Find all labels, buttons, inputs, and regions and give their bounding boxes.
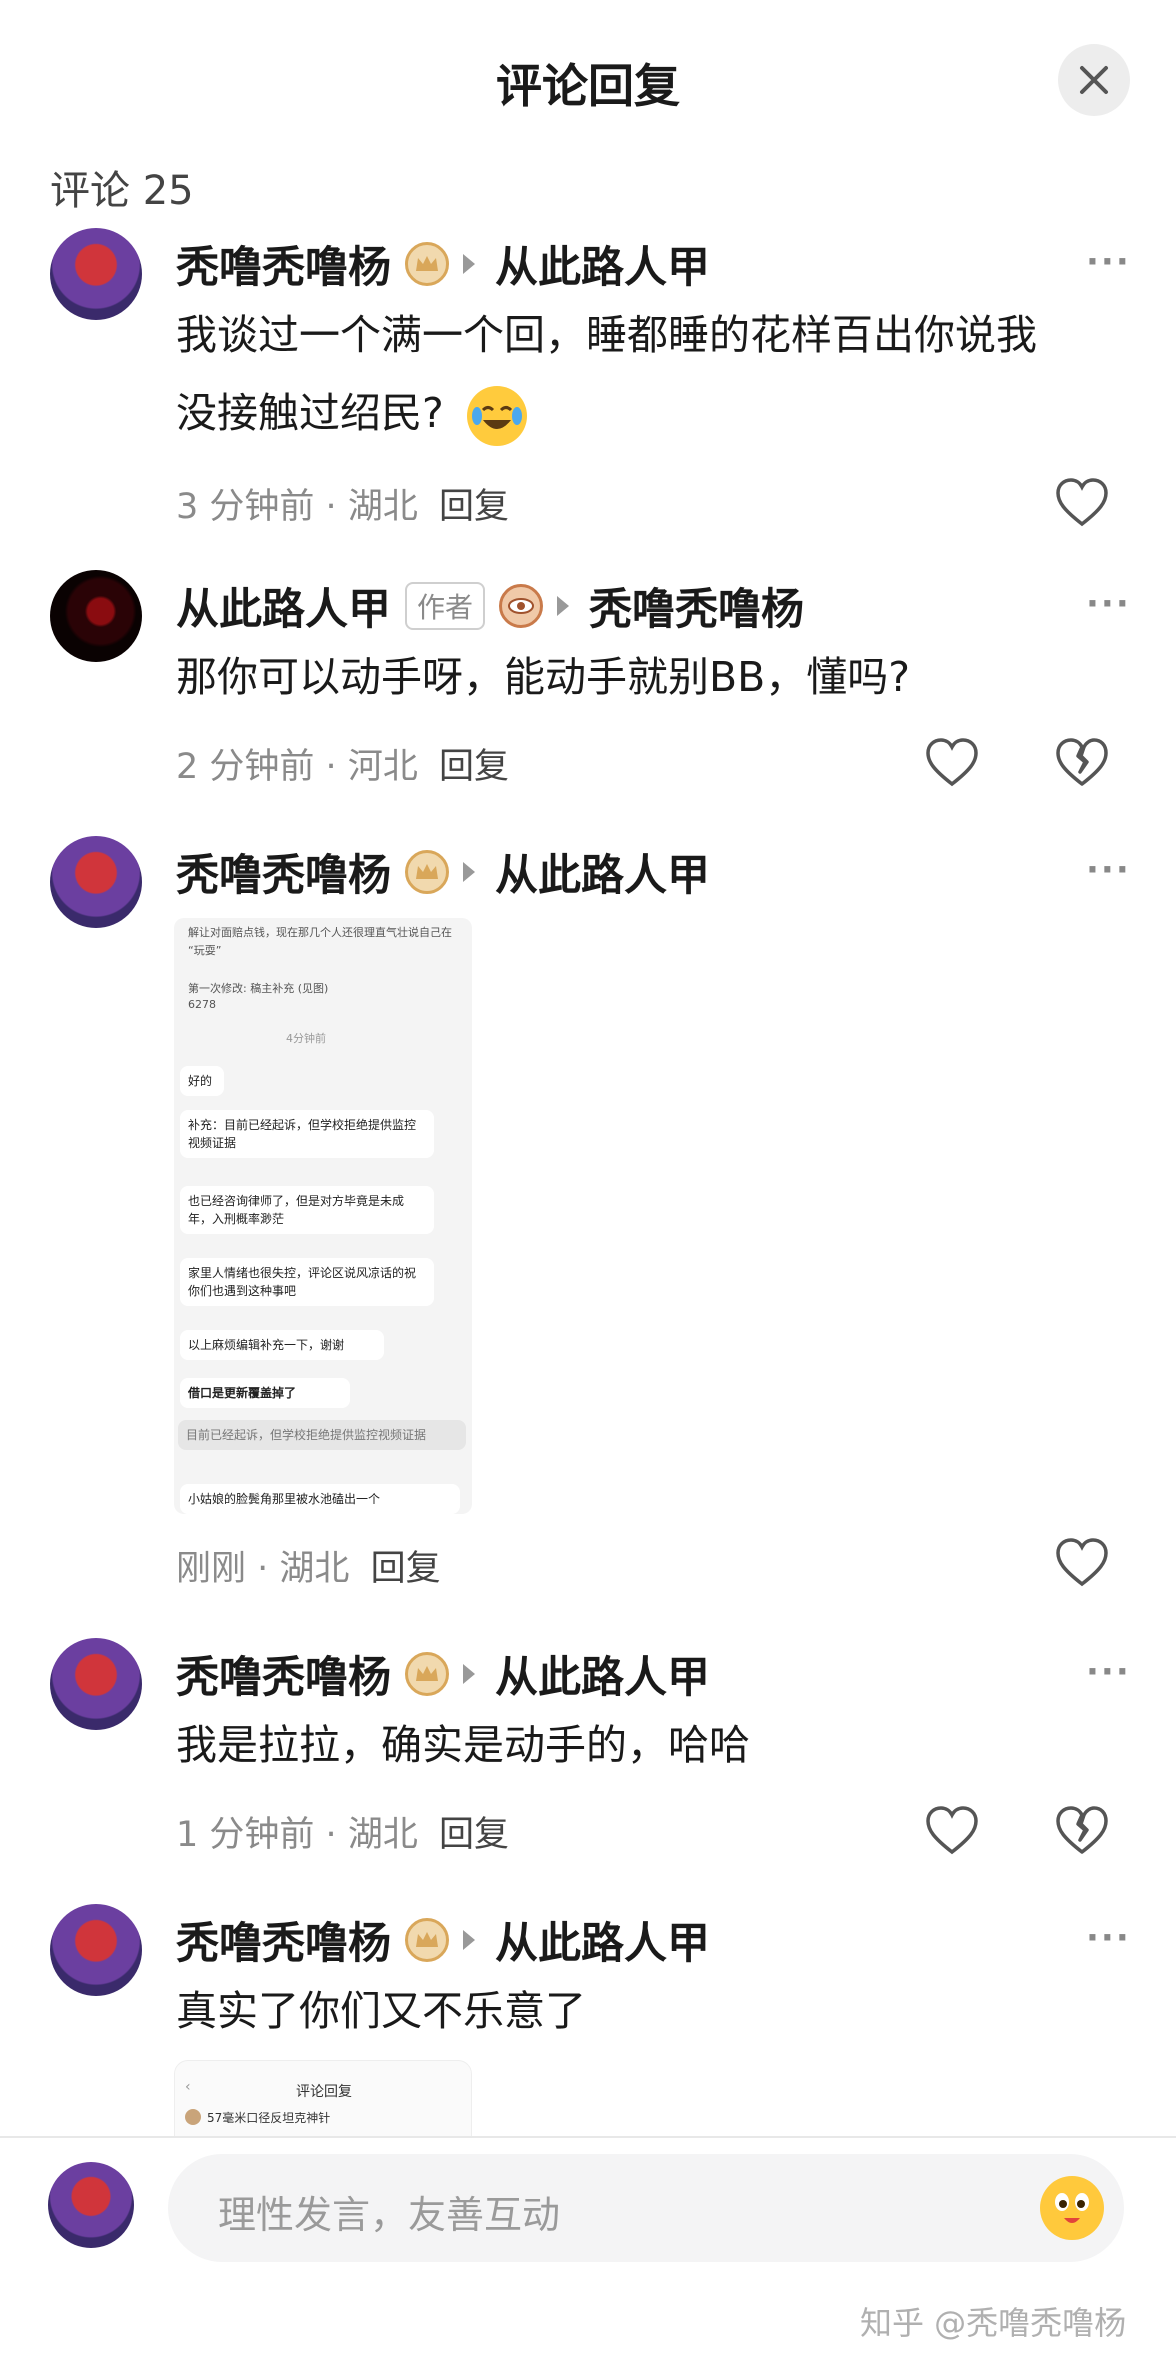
broken-heart-icon[interactable] [1054, 1804, 1110, 1860]
crown-badge-icon [405, 1918, 449, 1962]
reply-arrow-icon [463, 254, 475, 274]
sheet-header: 评论回复 [0, 0, 1176, 150]
more-options-button[interactable]: ··· [1086, 584, 1131, 624]
like-heart-icon[interactable] [1054, 476, 1110, 532]
reply-to-name[interactable]: 从此路人甲 [495, 1909, 710, 1971]
comment-text: 我谈过一个满一个回，睡都睡的花样百出你说我 没接触过绍民? [176, 296, 1126, 452]
image-chat-bubble: 小姑娘的脸鬓角那里被水池磕出一个 [180, 1484, 460, 1514]
comment-time: 1 分钟前 [176, 1815, 315, 1855]
comment-footer: 1 分钟前 · 湖北 回复 [176, 1815, 509, 1855]
comment-text: 那你可以动手呀，能动手就别BB，懂吗? [176, 653, 911, 701]
crown-badge-icon [405, 1652, 449, 1696]
comment-item: 秃噜秃噜杨 从此路人甲 ··· 我谈过一个满一个回，睡都睡的花样百出你说我 没接… [0, 228, 1176, 538]
more-options-button[interactable]: ··· [1086, 1652, 1131, 1692]
page-title: 评论回复 [496, 59, 680, 113]
author-tag: 作者 [405, 582, 486, 630]
author-name[interactable]: 秃噜秃噜杨 [176, 233, 391, 295]
comment-input-placeholder: 理性发言，友善互动 [218, 2193, 561, 2237]
author-name[interactable]: 秃噜秃噜杨 [176, 1643, 391, 1705]
image-chat-bubble: 以上麻烦编辑补充一下，谢谢 [180, 1330, 384, 1360]
reply-button[interactable]: 回复 [439, 1815, 509, 1855]
comment-footer: 刚刚 · 湖北 回复 [176, 1549, 441, 1589]
reply-to-name[interactable]: 秃噜秃噜杨 [589, 575, 804, 637]
image-text-line: 解让对面赔点钱，现在那几个人还很理直气壮说自己在 [188, 926, 452, 939]
comment-text: 真实了你们又不乐意了 [176, 1987, 586, 2035]
image-time-divider: 4分钟前 [286, 1032, 326, 1045]
comment-location: 河北 [347, 747, 418, 787]
more-options-button[interactable]: ··· [1086, 1918, 1131, 1958]
crown-badge-icon [405, 242, 449, 286]
comment-footer: 2 分钟前 · 河北 回复 [176, 747, 509, 787]
reply-arrow-icon [463, 1664, 475, 1684]
reply-to-name[interactable]: 从此路人甲 [495, 233, 710, 295]
comment-text-line1: 我谈过一个满一个回，睡都睡的花样百出你说我 [176, 311, 1037, 359]
comment-meta: 秃噜秃噜杨 从此路人甲 [176, 1644, 710, 1704]
image-chat-bubble: 好的 [180, 1066, 224, 1096]
avatar[interactable] [48, 2162, 134, 2248]
image-chat-bubble: 补充：目前已经起诉，但学校拒绝提供监控视频证据 [180, 1110, 434, 1158]
like-heart-icon[interactable] [924, 736, 980, 792]
comment-location: 湖北 [347, 487, 418, 527]
author-name[interactable]: 秃噜秃噜杨 [176, 841, 391, 903]
image-chat-bubble: 家里人情绪也很失控，评论区说风凉话的祝你们也遇到这种事吧 [180, 1258, 434, 1306]
image-text-line: 57毫米口径反坦克神针 [207, 2111, 331, 2125]
comment-meta: 秃噜秃噜杨 从此路人甲 [176, 234, 710, 294]
avatar [185, 2109, 201, 2125]
comment-meta: 秃噜秃噜杨 从此路人甲 [176, 842, 710, 902]
comment-time: 刚刚 [176, 1549, 247, 1589]
more-options-button[interactable]: ··· [1086, 850, 1131, 890]
reply-arrow-icon [463, 1930, 475, 1950]
reply-to-name[interactable]: 从此路人甲 [495, 1643, 710, 1705]
avatar[interactable] [50, 836, 142, 928]
image-edit-note: 第一次修改: 稿主补充 (见图) [188, 982, 329, 995]
comment-image[interactable]: 解让对面赔点钱，现在那几个人还很理直气壮说自己在 “玩耍” 第一次修改: 稿主补… [174, 918, 472, 1514]
laughing-crying-emoji-icon [466, 386, 527, 446]
like-heart-icon[interactable] [924, 1804, 980, 1860]
reply-button[interactable]: 回复 [439, 747, 509, 787]
comment-meta: 秃噜秃噜杨 从此路人甲 [176, 1910, 710, 1970]
comment-location: 湖北 [347, 1815, 418, 1855]
smiley-emoji-icon [1055, 2193, 1089, 2223]
emoji-picker-button[interactable] [1040, 2176, 1104, 2240]
image-chat-bubble: 借口是更新覆盖掉了 [180, 1378, 350, 1408]
avatar[interactable] [50, 228, 142, 320]
comment-item: 从此路人甲 作者 秃噜秃噜杨 ··· 那你可以动手呀，能动手就别BB，懂吗? 2… [0, 570, 1176, 810]
image-chat-bubble: 也已经咨询律师了，但是对方毕竟是未成年，入刑概率渺茫 [180, 1186, 434, 1234]
reply-to-name[interactable]: 从此路人甲 [495, 841, 710, 903]
avatar[interactable] [50, 1904, 142, 1996]
image-edit-number: 6278 [188, 998, 216, 1011]
close-icon [1080, 66, 1108, 94]
comment-image[interactable]: ‹ 评论回复 57毫米口径反坦克神针 [174, 2060, 472, 2140]
image-title: 评论回复 [296, 2084, 352, 2100]
image-text-line: “玩耍” [188, 944, 222, 957]
like-heart-icon[interactable] [1054, 1536, 1110, 1592]
comment-time: 2 分钟前 [176, 747, 315, 787]
crown-badge-icon [405, 850, 449, 894]
comment-text: 我是拉拉，确实是动手的，哈哈 [176, 1721, 750, 1769]
avatar[interactable] [50, 1638, 142, 1730]
eye-badge-icon [499, 584, 544, 628]
watermark: 知乎 @秃噜秃噜杨 [860, 2304, 1127, 2342]
more-options-button[interactable]: ··· [1086, 242, 1131, 282]
broken-heart-icon[interactable] [1054, 736, 1110, 792]
image-quote: 目前已经起诉，但学校拒绝提供监控视频证据 [178, 1420, 466, 1450]
comment-footer: 3 分钟前 · 湖北 回复 [176, 487, 509, 527]
comment-count: 评论 25 [50, 168, 194, 214]
comment-location: 湖北 [279, 1549, 350, 1589]
author-name[interactable]: 秃噜秃噜杨 [176, 1909, 391, 1971]
reply-button[interactable]: 回复 [439, 487, 509, 527]
close-button[interactable] [1058, 44, 1130, 116]
avatar[interactable] [50, 570, 142, 662]
reply-arrow-icon [463, 862, 475, 882]
comment-text-line2: 没接触过绍民? [176, 389, 444, 437]
author-name[interactable]: 从此路人甲 [176, 575, 391, 637]
reply-arrow-icon [557, 596, 570, 616]
comment-item: 秃噜秃噜杨 从此路人甲 ··· 我是拉拉，确实是动手的，哈哈 1 分钟前 · 湖… [0, 1638, 1176, 1878]
reply-button[interactable]: 回复 [371, 1549, 441, 1589]
comment-time: 3 分钟前 [176, 487, 315, 527]
comment-meta: 从此路人甲 作者 秃噜秃噜杨 [176, 576, 804, 636]
comment-input[interactable]: 理性发言，友善互动 [168, 2154, 1124, 2262]
